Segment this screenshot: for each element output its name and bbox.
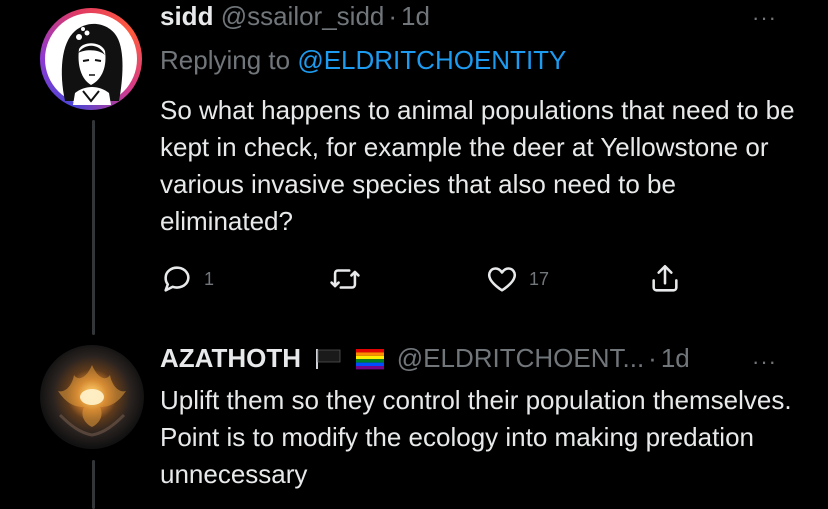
share-button[interactable] bbox=[648, 262, 682, 296]
timestamp[interactable]: 1d bbox=[661, 343, 690, 373]
display-name[interactable]: sidd bbox=[160, 1, 213, 31]
handle[interactable]: @ssailor_sidd bbox=[221, 1, 385, 31]
more-options-icon[interactable]: ··· bbox=[752, 351, 777, 373]
more-options-icon[interactable]: ··· bbox=[752, 7, 777, 29]
timestamp[interactable]: 1d bbox=[401, 1, 430, 31]
avatar-sidd[interactable] bbox=[40, 8, 142, 110]
replying-to-label: Replying to bbox=[160, 45, 291, 75]
tweet-header: AZATHOTH @ELDRITCHOENT... · 1d bbox=[160, 342, 690, 374]
display-name[interactable]: AZATHOTH bbox=[160, 343, 301, 373]
like-count: 17 bbox=[529, 268, 550, 289]
rainbow-flag-icon bbox=[355, 349, 384, 370]
black-flag-icon bbox=[316, 349, 341, 369]
tweet-text: So what happens to animal populations th… bbox=[160, 95, 795, 236]
reply-icon bbox=[164, 266, 190, 292]
thread-line-top bbox=[92, 120, 95, 335]
like-button[interactable]: 17 bbox=[485, 262, 549, 296]
replying-to-line: Replying to @ELDRITCHOENTITY bbox=[160, 44, 566, 76]
replying-to-handle[interactable]: @ELDRITCHOENTITY bbox=[297, 45, 566, 75]
anime-portrait-icon bbox=[61, 23, 123, 105]
share-icon bbox=[652, 264, 678, 292]
reply-count: 1 bbox=[204, 268, 215, 289]
tweet-text: Uplift them so they control their popula… bbox=[160, 385, 792, 489]
eldritch-flame-icon bbox=[58, 365, 126, 437]
avatar-azathoth[interactable] bbox=[40, 345, 144, 449]
retweet-button[interactable] bbox=[328, 262, 362, 296]
separator-dot: · bbox=[388, 1, 398, 31]
avatar-sidd-image bbox=[45, 13, 137, 105]
handle[interactable]: @ELDRITCHOENT... bbox=[397, 343, 644, 373]
tweet-header: sidd @ssailor_sidd · 1d bbox=[160, 0, 430, 32]
thread-line-bottom bbox=[92, 460, 95, 509]
reply-button[interactable]: 1 bbox=[160, 262, 214, 296]
heart-icon bbox=[487, 267, 517, 292]
retweet-icon bbox=[330, 269, 360, 289]
separator-dot: · bbox=[648, 343, 657, 373]
